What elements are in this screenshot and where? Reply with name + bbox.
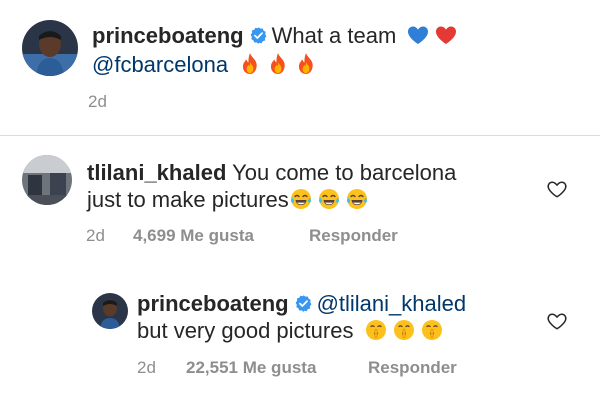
verified-badge-icon (294, 294, 313, 313)
red-heart-emoji-icon (434, 23, 458, 47)
reply-line-2: but very good pictures (137, 317, 444, 344)
reply-avatar[interactable] (92, 293, 128, 329)
comment-line-1: tlilani_khaled You come to barcelona (87, 159, 456, 186)
reply-line-1: princeboateng @tlilani_khaled (137, 290, 466, 317)
comment-line-2: just to make pictures (87, 186, 369, 213)
comment-likes-count[interactable]: 4,699 Me gusta (133, 226, 254, 246)
tears-of-joy-emoji-icon (345, 187, 369, 211)
shushing-face-emoji-icon (364, 318, 388, 342)
blue-heart-emoji-icon (406, 23, 430, 47)
reply-like-heart-icon[interactable] (546, 310, 568, 332)
caption-avatar[interactable] (22, 20, 78, 76)
section-divider (0, 135, 600, 136)
comment-reply-button[interactable]: Responder (309, 226, 398, 246)
comment-text-line-2: just to make pictures (87, 187, 289, 212)
comment-avatar[interactable] (22, 155, 72, 205)
caption-username[interactable]: princeboateng (92, 23, 244, 48)
caption-mention-link[interactable]: @fcbarcelona (92, 52, 228, 77)
reply-text: but very good pictures (137, 318, 354, 343)
tears-of-joy-emoji-icon (317, 187, 341, 211)
comment-like-heart-icon[interactable] (546, 178, 568, 200)
shushing-face-emoji-icon (420, 318, 444, 342)
reply-timestamp: 2d (137, 358, 156, 377)
reply-likes-count[interactable]: 22,551 Me gusta (186, 358, 316, 378)
caption-timestamp: 2d (88, 92, 107, 111)
reply-mention-link[interactable]: @tlilani_khaled (317, 291, 467, 316)
caption-text: What a team (271, 23, 397, 48)
fire-emoji-icon (294, 52, 318, 76)
caption-line-1: princeboateng What a team (92, 22, 458, 49)
tears-of-joy-emoji-icon (289, 187, 313, 211)
comment-timestamp: 2d (86, 226, 105, 245)
comment-text-line-1: You come to barcelona (232, 160, 457, 185)
reply-reply-button[interactable]: Responder (368, 358, 457, 378)
reply-username[interactable]: princeboateng (137, 291, 289, 316)
caption-line-2: @fcbarcelona (92, 51, 318, 78)
comment-username[interactable]: tlilani_khaled (87, 160, 226, 185)
verified-badge-icon (249, 26, 268, 45)
fire-emoji-icon (266, 52, 290, 76)
fire-emoji-icon (238, 52, 262, 76)
shushing-face-emoji-icon (392, 318, 416, 342)
